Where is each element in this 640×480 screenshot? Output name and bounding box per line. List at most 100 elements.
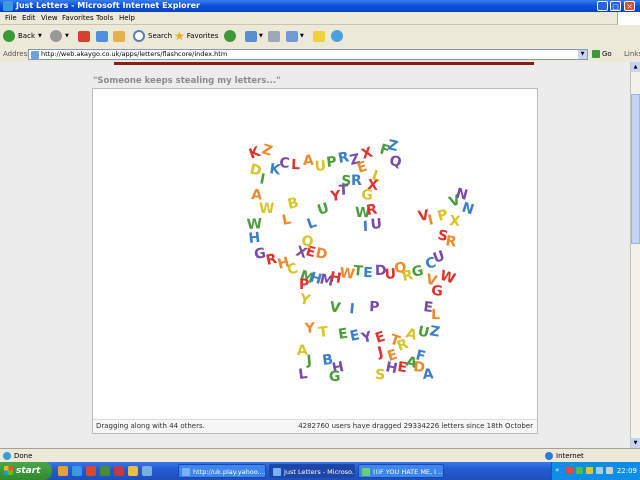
draggable-letter[interactable]: E [363, 265, 373, 281]
tray-network-icon[interactable] [596, 467, 603, 474]
address-input[interactable]: http://web.akaygo.co.uk/apps/letters/fla… [28, 49, 588, 60]
scroll-up-button[interactable]: ▲ [631, 62, 640, 72]
menu-file[interactable]: File [5, 12, 17, 24]
draggable-letter[interactable]: P [299, 277, 309, 293]
draggable-letter[interactable]: E [337, 326, 349, 343]
draggable-letter[interactable]: L [305, 215, 319, 233]
history-button[interactable] [224, 28, 236, 44]
forward-dropdown-icon[interactable]: ▼ [65, 33, 69, 39]
stop-button[interactable] [78, 28, 90, 44]
maximize-button[interactable]: □ [610, 1, 621, 11]
scroll-thumb[interactable] [631, 94, 640, 244]
task-chat[interactable]: ((IF YOU HATE ME, I ... [358, 464, 444, 478]
vertical-scrollbar[interactable]: ▲ ▼ [630, 62, 640, 448]
draggable-letter[interactable]: R [365, 202, 378, 219]
draggable-letter[interactable]: V [328, 299, 341, 317]
draggable-letter[interactable]: A [422, 366, 434, 383]
draggable-letter[interactable]: Z [386, 137, 399, 155]
draggable-letter[interactable]: C [279, 155, 291, 172]
mail-dropdown-icon[interactable]: ▼ [259, 33, 263, 39]
links-button[interactable]: Links [624, 47, 640, 62]
menu-view[interactable]: View [41, 12, 58, 24]
address-dropdown-icon[interactable]: ▼ [578, 50, 587, 59]
draggable-letter[interactable]: Z [428, 323, 441, 341]
tray-app-icon[interactable] [566, 467, 573, 474]
draggable-letter[interactable]: U [370, 216, 383, 233]
draggable-letter[interactable]: P [369, 299, 380, 316]
quicklaunch-ie-icon[interactable] [72, 466, 82, 476]
menu-tools[interactable]: Tools [96, 12, 113, 24]
draggable-letter[interactable]: G [329, 369, 341, 385]
address-url[interactable]: http://web.akaygo.co.uk/apps/letters/fla… [41, 50, 227, 59]
tray-messenger-icon[interactable] [576, 467, 583, 474]
start-button[interactable]: start [0, 462, 52, 480]
draggable-letter[interactable]: Y [297, 291, 312, 309]
tray-app2-icon[interactable] [586, 467, 593, 474]
draggable-letter[interactable]: E [396, 359, 408, 376]
draggable-letter[interactable]: L [291, 157, 301, 173]
draggable-letter[interactable]: P [436, 207, 450, 225]
quicklaunch-app-icon[interactable] [100, 466, 110, 476]
quicklaunch-folder-icon[interactable] [58, 466, 68, 476]
quicklaunch-app4-icon[interactable] [142, 466, 152, 476]
draggable-letter[interactable]: C [285, 260, 300, 278]
draggable-letter[interactable]: G [431, 283, 444, 300]
draggable-letter[interactable]: X [449, 213, 462, 230]
menu-edit[interactable]: Edit [22, 12, 36, 24]
task-just-letters[interactable]: Just Letters - Microso... [269, 464, 355, 478]
close-button[interactable]: ✕ [624, 1, 635, 11]
draggable-letter[interactable]: P [326, 154, 338, 171]
draggable-letter[interactable]: Q [300, 233, 314, 251]
scroll-down-button[interactable]: ▼ [631, 438, 640, 448]
draggable-letter[interactable]: Y [303, 320, 316, 337]
edit-button[interactable]: ▼ [286, 28, 304, 44]
draggable-letter[interactable]: I [426, 212, 435, 229]
forward-button[interactable]: ▼ [50, 28, 69, 44]
quicklaunch-media-icon[interactable] [86, 466, 96, 476]
draggable-letter[interactable]: A [303, 153, 314, 169]
draggable-letter[interactable]: B [286, 195, 300, 213]
ie-icon [3, 1, 13, 11]
draggable-letter[interactable]: R [444, 233, 457, 251]
menu-favorites[interactable]: Favorites [62, 12, 94, 24]
flash-canvas[interactable]: KZDIKCLAUPRZXELFZQXAWWHGRHCMHMHWGWIURLBU… [92, 88, 538, 434]
mail-button[interactable]: ▼ [245, 28, 263, 44]
messenger-button[interactable] [331, 28, 343, 44]
menu-help[interactable]: Help [119, 12, 135, 24]
draggable-letter[interactable]: I [349, 301, 356, 317]
tray-expand-icon[interactable]: « [555, 466, 559, 474]
tray-volume-icon[interactable] [606, 467, 613, 474]
back-button[interactable]: Back ▼ [3, 28, 42, 44]
draggable-letter[interactable]: H [248, 230, 261, 247]
favorites-button[interactable]: ★ Favorites [174, 28, 218, 44]
draggable-letter[interactable]: L [431, 307, 440, 323]
draggable-letter[interactable]: J [375, 344, 385, 361]
draggable-letter[interactable]: Q [388, 153, 402, 171]
draggable-letter[interactable]: R [351, 173, 362, 189]
draggable-letter[interactable]: I [363, 219, 369, 235]
print-button[interactable] [268, 28, 280, 44]
go-button[interactable]: Go [592, 49, 614, 60]
quicklaunch-app3-icon[interactable] [128, 466, 138, 476]
search-button[interactable]: Search [133, 28, 172, 44]
edit-dropdown-icon[interactable]: ▼ [300, 33, 304, 39]
back-dropdown-icon[interactable]: ▼ [38, 33, 42, 39]
draggable-letter[interactable]: U [315, 200, 331, 219]
draggable-letter[interactable]: G [410, 263, 425, 281]
draggable-letter[interactable]: L [281, 212, 293, 229]
quicklaunch-app2-icon[interactable] [114, 466, 124, 476]
draggable-letter[interactable]: D [314, 245, 328, 263]
refresh-button[interactable] [96, 28, 108, 44]
letters-svg[interactable]: KZDIKC L A UP RZXE LFZQXAWWHGRHCMHMHWGWI URLB U… [93, 89, 537, 419]
draggable-letter[interactable]: U [314, 158, 326, 175]
home-button[interactable] [113, 28, 125, 44]
discuss-button[interactable] [313, 28, 325, 44]
letters-area[interactable]: KZDIKCLAUPRZXELFZQXAWWHGRHCMHMHWGWIURLBU… [93, 89, 537, 433]
minimize-button[interactable]: _ [597, 1, 608, 11]
task-yahoo[interactable]: http://uk.play.yahoo.... [178, 464, 266, 478]
draggable-letter[interactable]: Z [260, 142, 274, 160]
draggable-letter[interactable]: E [349, 327, 362, 345]
draggable-letter[interactable]: T [318, 324, 330, 341]
draggable-letter[interactable]: S [375, 367, 386, 383]
draggable-letter[interactable]: W [259, 201, 274, 217]
